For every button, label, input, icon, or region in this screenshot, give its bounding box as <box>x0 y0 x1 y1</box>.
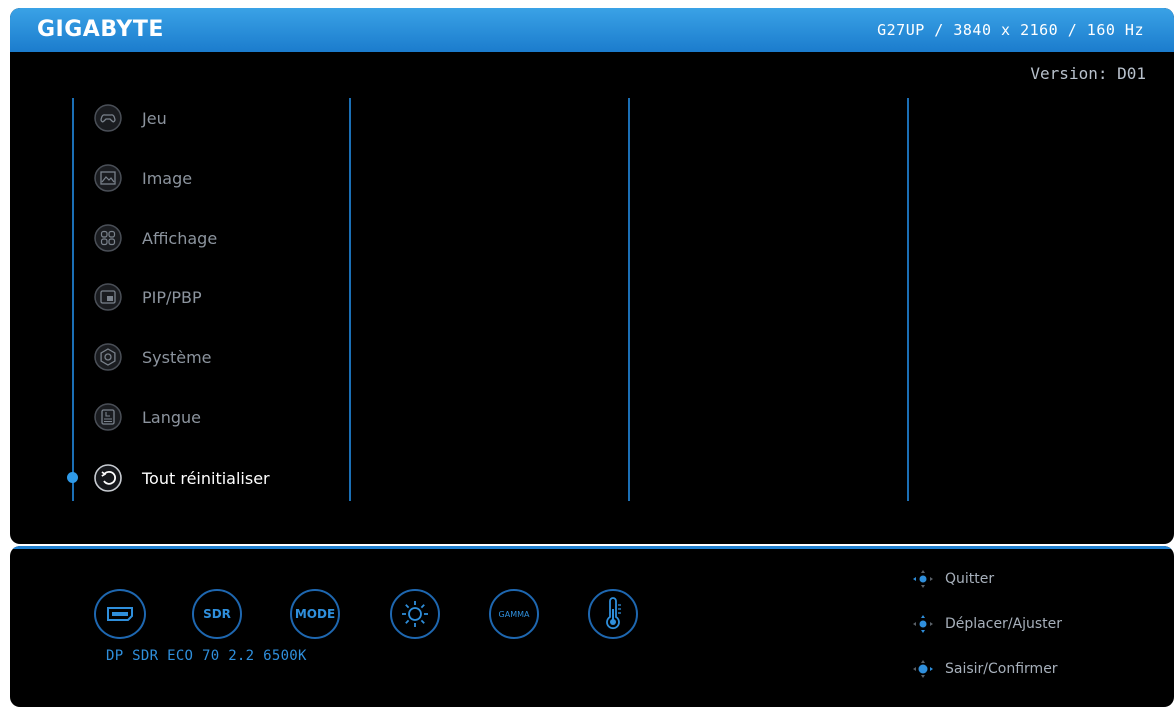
language-icon <box>92 401 124 433</box>
hint-quitter: Quitter <box>907 568 994 590</box>
menu-item-tout-reinitialiser[interactable]: Tout réinitialiser <box>92 460 332 496</box>
picture-icon <box>92 162 124 194</box>
column-divider <box>907 98 909 501</box>
menu-item-label: Affichage <box>142 228 218 248</box>
osd-main-panel: GIGABYTE G27UP / 3840 x 2160 / 160 Hz Ve… <box>10 8 1174 544</box>
sdr-button[interactable]: SDR <box>192 589 242 639</box>
pip-icon <box>92 281 124 313</box>
picture-mode-button[interactable]: MODE <box>290 589 340 639</box>
firmware-version: Version: D01 <box>1030 64 1146 83</box>
column-divider <box>349 98 351 501</box>
thermometer-icon[interactable] <box>588 589 638 639</box>
menu-item-jeu[interactable]: Jeu <box>92 100 332 136</box>
osd-quick-bar: SDR MODE GAMMA DP SDR ECO 70 2.2 6500K Q… <box>10 546 1174 707</box>
joystick-move-icon <box>913 615 933 633</box>
menu-item-label: Système <box>142 347 212 367</box>
menu-item-langue[interactable]: Langue <box>92 399 332 435</box>
menu-item-image[interactable]: Image <box>92 160 332 196</box>
menu-item-label: Tout réinitialiser <box>142 468 270 488</box>
menu-item-label: Langue <box>142 407 201 427</box>
osd-header: GIGABYTE G27UP / 3840 x 2160 / 160 Hz <box>10 8 1174 52</box>
gamepad-icon <box>92 102 124 134</box>
menu-item-systeme[interactable]: Système <box>92 339 332 375</box>
menu-item-pip-pbp[interactable]: PIP/PBP <box>92 279 332 315</box>
hint-saisir-confirmer: Saisir/Confirmer <box>907 658 1058 680</box>
menu-item-label: Image <box>142 168 193 188</box>
column-divider <box>628 98 630 501</box>
reset-icon <box>92 462 124 494</box>
menu-selection-indicator <box>67 472 78 483</box>
joystick-press-icon <box>913 660 933 678</box>
settings-gear-icon <box>92 341 124 373</box>
menu-scroll-track <box>72 98 74 501</box>
menu-item-label: PIP/PBP <box>142 287 202 307</box>
brightness-icon[interactable] <box>390 589 440 639</box>
displayport-icon[interactable] <box>94 589 146 639</box>
quick-bar-divider <box>10 546 1174 549</box>
menu-item-affichage[interactable]: Affichage <box>92 220 332 256</box>
gamma-button[interactable]: GAMMA <box>489 589 539 639</box>
brand-logo: GIGABYTE <box>37 17 164 42</box>
joystick-exit-icon <box>913 570 933 588</box>
current-settings-status: DP SDR ECO 70 2.2 6500K <box>106 648 307 664</box>
model-info: G27UP / 3840 x 2160 / 160 Hz <box>877 21 1144 39</box>
menu-item-label: Jeu <box>142 108 167 128</box>
display-grid-icon <box>92 222 124 254</box>
hint-deplacer-ajuster: Déplacer/Ajuster <box>907 613 1062 635</box>
